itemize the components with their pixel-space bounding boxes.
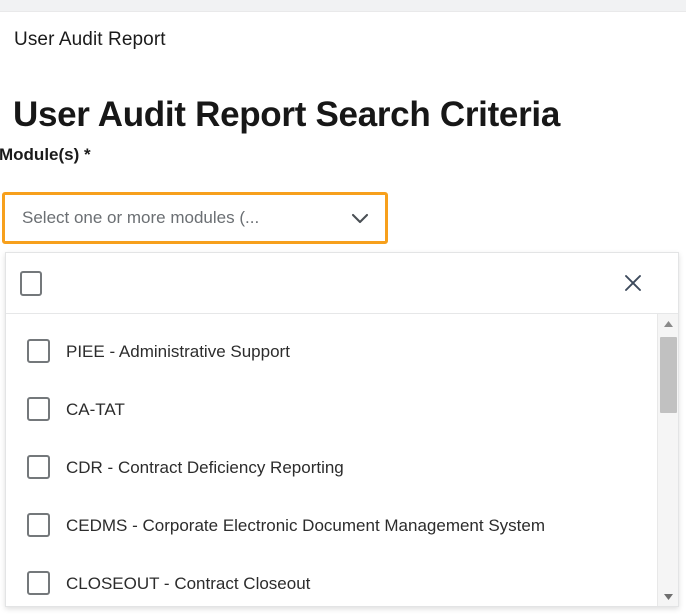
scroll-up-arrow-icon[interactable] <box>658 314 678 333</box>
close-icon[interactable] <box>620 270 646 296</box>
checkbox-unchecked-icon[interactable] <box>27 339 50 363</box>
dropdown-option-list: PIEE - Administrative Support CA-TAT CDR… <box>6 314 657 606</box>
list-item-label: CEDMS - Corporate Electronic Document Ma… <box>66 515 546 535</box>
list-item-label: PIEE - Administrative Support <box>66 341 290 361</box>
top-gray-strip <box>0 0 686 11</box>
page-content-card: User Audit Report User Audit Report Sear… <box>0 11 686 616</box>
dropdown-header-row <box>6 253 678 314</box>
list-item-label: CA-TAT <box>66 399 125 419</box>
list-item-label: CLOSEOUT - Contract Closeout <box>66 573 311 593</box>
list-item[interactable]: CDR - Contract Deficiency Reporting <box>6 438 657 496</box>
list-item[interactable]: CLOSEOUT - Contract Closeout <box>6 554 657 606</box>
checkbox-unchecked-icon[interactable] <box>27 571 50 595</box>
page-title: User Audit Report Search Criteria <box>13 95 561 135</box>
dropdown-scrollbar[interactable] <box>657 314 678 606</box>
list-item[interactable]: CA-TAT <box>6 380 657 438</box>
breadcrumb: User Audit Report <box>14 29 166 50</box>
list-item-label: CDR - Contract Deficiency Reporting <box>66 457 344 477</box>
scrollbar-thumb[interactable] <box>660 337 677 413</box>
dropdown-option-list-wrap: PIEE - Administrative Support CA-TAT CDR… <box>6 314 678 606</box>
module-dropdown-panel: PIEE - Administrative Support CA-TAT CDR… <box>5 252 679 607</box>
checkbox-unchecked-icon-select-all[interactable] <box>20 270 42 296</box>
module-select-control[interactable]: Select one or more modules (... <box>2 192 388 244</box>
checkbox-unchecked-icon[interactable] <box>27 397 50 421</box>
checkbox-unchecked-icon[interactable] <box>27 513 50 537</box>
module-field-label: Module(s) * <box>0 145 91 164</box>
scroll-down-arrow-icon[interactable] <box>658 587 678 606</box>
list-item[interactable]: PIEE - Administrative Support <box>6 322 657 380</box>
list-item[interactable]: CEDMS - Corporate Electronic Document Ma… <box>6 496 657 554</box>
module-select-placeholder: Select one or more modules (... <box>22 208 260 227</box>
checkbox-unchecked-icon[interactable] <box>27 455 50 479</box>
chevron-down-icon[interactable] <box>349 207 371 229</box>
